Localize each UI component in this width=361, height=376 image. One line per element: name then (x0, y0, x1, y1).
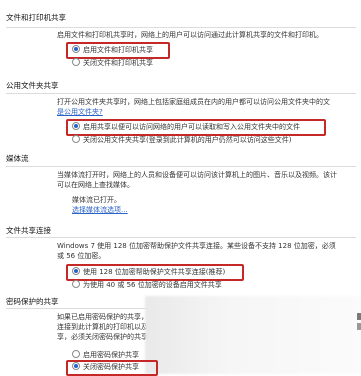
password-sharing-description-line1: 如果已启用密码保护的共享，则 (57, 313, 155, 321)
media-streaming-description-line1: 当媒体流打开时，网络上的人员和设备便可以访问该计算机上的图片、音乐以及视频。该计 (57, 171, 337, 179)
divider (6, 166, 356, 167)
radio-selected-icon (72, 122, 80, 130)
radio-disable-file-printer-sharing[interactable]: 关闭文件和打印机共享 (72, 58, 153, 68)
edge-fragment (357, 323, 361, 330)
section-header-password-protected-sharing: 密码保护的共享 (6, 297, 59, 306)
section-header-file-printer-sharing: 文件和打印机共享 (6, 13, 66, 22)
edge-fragment (357, 313, 361, 320)
radio-selected-icon (72, 267, 80, 275)
radio-disable-public-folder-sharing[interactable]: 关闭公用文件夹共享(登录到此计算机的用户仍然可以访问这些文件) (72, 135, 291, 145)
radio-128-bit-encryption[interactable]: 使用 128 位加密帮助保护文件共享连接(推荐) (72, 267, 225, 277)
media-streaming-description-line2: 可以在网络上查找媒体。 (57, 181, 134, 189)
public-folder-description: 打开公用文件夹共享时，网络上包括家庭组成员在内的用户都可以访问公用文件夹中的文 (57, 98, 330, 106)
public-folder-help-link[interactable]: 是公用文件夹? (57, 107, 103, 117)
file-printer-sharing-description: 启用文件和打印机共享时，网络上的用户可以访问通过此计算机共享的文件和打印机。 (57, 31, 323, 39)
radio-unselected-icon (72, 58, 80, 66)
radio-enable-password-sharing[interactable]: 启用密码保护共享 (72, 350, 139, 360)
connections-description-line1: Windows 7 使用 128 位加密帮助保护文件共享连接。某些设备不支持 1… (57, 242, 336, 250)
radio-selected-icon (72, 45, 80, 53)
section-header-media-streaming: 媒体流 (6, 154, 29, 163)
section-header-public-folder-sharing: 公用文件夹共享 (6, 81, 59, 90)
radio-unselected-icon (72, 350, 80, 358)
radio-unselected-icon (72, 280, 80, 288)
radio-40-56-bit-encryption[interactable]: 为使用 40 或 56 位加密的设备启用文件共享 (72, 280, 222, 290)
radio-unselected-icon (72, 135, 80, 143)
divider (6, 237, 356, 238)
media-streaming-status: 媒体流已打开。 (72, 196, 121, 204)
connections-description-line2: 或 56 位加密。 (57, 252, 106, 260)
radio-selected-icon (72, 362, 80, 370)
divider (6, 93, 356, 94)
radio-enable-file-printer-sharing[interactable]: 启用文件和打印机共享 (72, 45, 153, 55)
section-header-file-sharing-connections: 文件共享连接 (6, 226, 51, 235)
blurred-overlay (145, 296, 361, 374)
radio-disable-password-sharing[interactable]: 关闭密码保护共享 (72, 362, 139, 372)
password-sharing-description-line2: 连接到此计算机的打印机以及 (57, 323, 148, 331)
divider (6, 27, 356, 28)
password-sharing-description-line3: 享，必须关闭密码保护的共享。 (57, 333, 155, 341)
media-streaming-options-link[interactable]: 选择媒体流选项... (72, 205, 128, 215)
radio-enable-public-folder-sharing[interactable]: 启用共享以便可以访问网络的用户可以读取和写入公用文件夹中的文件 (72, 122, 300, 132)
